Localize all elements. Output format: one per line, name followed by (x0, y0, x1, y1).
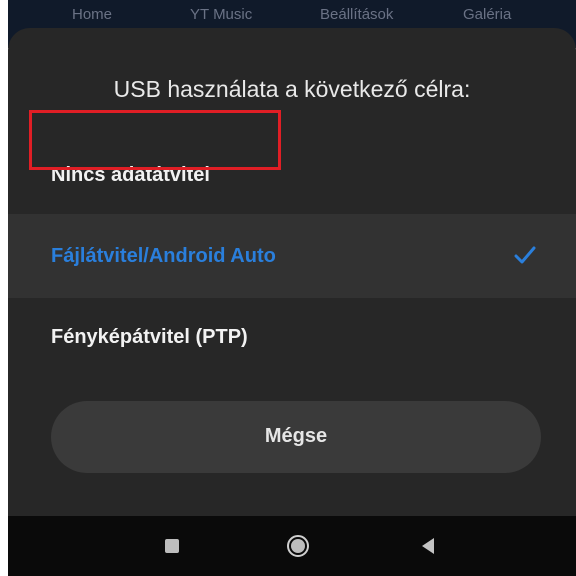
option-photo-transfer[interactable]: Fényképátvitel (PTP) (8, 300, 576, 384)
home-icon[interactable] (286, 534, 310, 558)
cancel-button[interactable]: Mégse (51, 401, 541, 473)
usb-mode-sheet: USB használata a következő célra: Nincs … (8, 28, 576, 528)
annotation-highlight-box (29, 110, 281, 170)
tab-gallery[interactable]: Galéria (463, 6, 511, 23)
screen: Home YT Music Beállítások Galéria USB ha… (0, 0, 576, 576)
tab-yt-music[interactable]: YT Music (190, 6, 252, 23)
cancel-label: Mégse (264, 425, 328, 447)
option-label: Fényképátvitel (PTP) (51, 326, 248, 348)
tab-settings[interactable]: Beállítások (320, 6, 393, 23)
navigation-bar (8, 516, 576, 576)
option-file-transfer[interactable]: Fájlátvitel/Android Auto (8, 214, 576, 298)
tab-home[interactable]: Home (72, 6, 112, 23)
sheet-title: USB használata a következő célra: (113, 76, 471, 102)
check-icon (514, 246, 536, 264)
option-label: Fájlátvitel/Android Auto (51, 245, 276, 267)
back-icon[interactable] (420, 537, 436, 555)
recents-icon[interactable] (165, 539, 179, 553)
